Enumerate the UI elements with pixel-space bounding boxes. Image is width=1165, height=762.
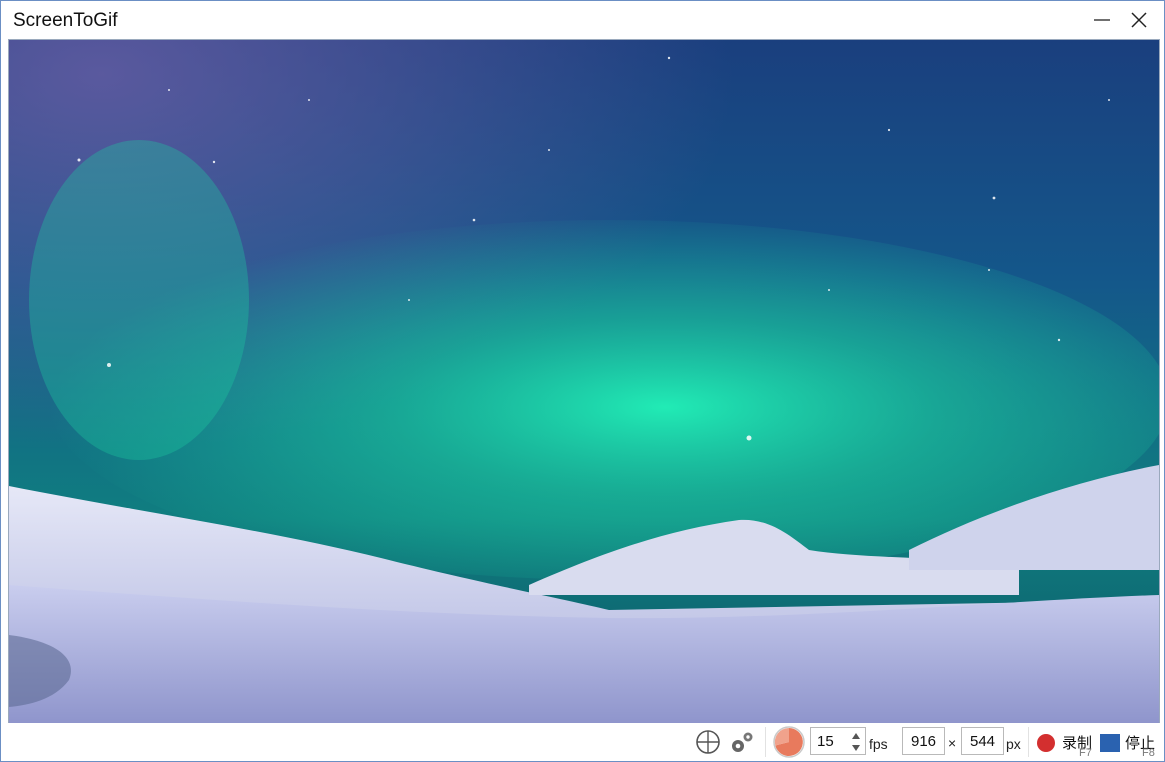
- fps-value[interactable]: 15: [817, 733, 834, 750]
- frame-rate-pie-icon: [773, 726, 805, 758]
- title-bar[interactable]: ScreenToGif: [1, 1, 1164, 39]
- divider: [765, 727, 766, 757]
- close-icon: [1131, 12, 1147, 28]
- status-bar: 15 fps 916 × 544 px 录制 F7 停止 F8: [1, 723, 1164, 761]
- app-window: ScreenToGif 15 fps 916 × 544 px 录制 F7 停止…: [0, 0, 1165, 762]
- close-button[interactable]: [1121, 1, 1157, 39]
- divider: [1028, 727, 1029, 757]
- fps-unit: fps: [869, 736, 888, 752]
- record-shortcut: F7: [1079, 747, 1092, 759]
- capture-background: [9, 40, 1159, 723]
- width-field[interactable]: 916: [902, 727, 945, 755]
- gears-icon: [732, 732, 753, 752]
- record-button[interactable]: 录制 F7: [1034, 725, 1098, 759]
- height-field[interactable]: 544: [961, 727, 1004, 755]
- spin-down-icon[interactable]: [850, 742, 862, 754]
- size-unit: px: [1006, 736, 1021, 752]
- stop-icon: [1100, 734, 1120, 752]
- settings-button[interactable]: [728, 728, 756, 756]
- stop-shortcut: F8: [1142, 747, 1155, 759]
- record-icon: [1037, 734, 1055, 752]
- window-title: ScreenToGif: [13, 10, 118, 31]
- minimize-button[interactable]: [1084, 1, 1120, 39]
- size-separator: ×: [948, 735, 957, 751]
- capture-area[interactable]: [8, 39, 1160, 724]
- stop-button[interactable]: 停止 F8: [1098, 725, 1162, 759]
- spin-up-icon[interactable]: [850, 730, 862, 742]
- crosshair-icon: [696, 730, 720, 754]
- snap-to-window-button[interactable]: [694, 728, 722, 756]
- frame-rate-button[interactable]: [772, 725, 806, 759]
- fps-stepper[interactable]: 15: [810, 727, 866, 755]
- minimize-icon: [1094, 19, 1110, 21]
